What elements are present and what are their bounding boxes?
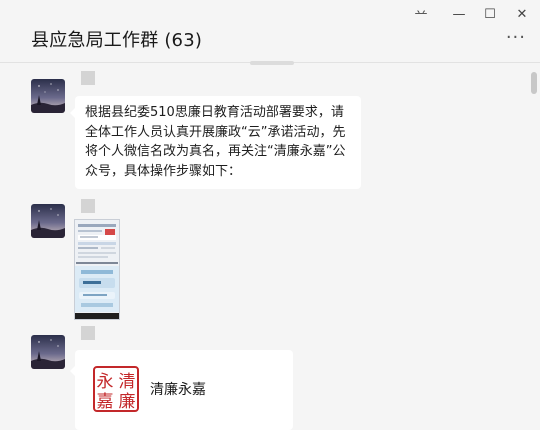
avatar-image [31, 204, 65, 238]
avatar-image [31, 79, 65, 113]
message-text: 根据县纪委510思廉日教育活动部署要求，请全体工作人员认真开展廉政“云”承诺活动… [85, 105, 346, 179]
card-title: 清廉永嘉 [150, 382, 206, 398]
close-button[interactable]: ✕ [513, 6, 531, 24]
official-account-card[interactable]: 清 廉 永 嘉 清廉永嘉 [70, 350, 293, 430]
avatar[interactable] [31, 79, 65, 113]
sender-name-placeholder [81, 199, 95, 213]
seal-char: 清 [119, 372, 136, 392]
pin-icon[interactable]: 䒑 [412, 6, 430, 24]
message-bubble[interactable]: 根据县纪委510思廉日教育活动部署要求，请全体工作人员认真开展廉政“云”承诺活动… [70, 96, 361, 189]
chat-scrollbar[interactable] [530, 70, 538, 423]
chat-title: 县应急局工作群 (63) [31, 30, 203, 51]
seal-char: 永 [97, 372, 114, 392]
sender-name-placeholder [81, 71, 95, 85]
minimize-button[interactable]: — [450, 6, 468, 24]
seal-char: 嘉 [97, 392, 114, 412]
seal-logo-icon: 清 廉 永 嘉 [93, 366, 139, 412]
sender-name-placeholder [81, 326, 95, 340]
chat-header: 䒑 — ☐ ✕ 县应急局工作群 (63) ··· [0, 0, 540, 63]
avatar[interactable] [31, 204, 65, 238]
more-options-icon[interactable]: ··· [506, 29, 526, 47]
image-message-thumbnail[interactable] [74, 219, 120, 320]
seal-char: 廉 [119, 392, 136, 412]
avatar[interactable] [31, 335, 65, 369]
avatar-image [31, 335, 65, 369]
screenshot-image [75, 220, 119, 319]
scrollbar-thumb[interactable] [531, 72, 537, 94]
maximize-button[interactable]: ☐ [481, 6, 499, 24]
drag-handle[interactable] [250, 61, 294, 65]
